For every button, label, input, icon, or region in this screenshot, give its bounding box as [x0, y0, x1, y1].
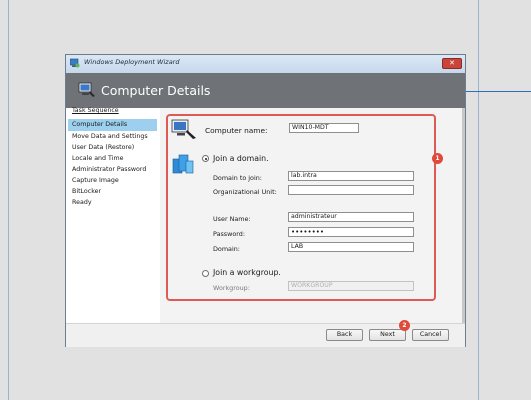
sidebar-item-move-data[interactable]: Move Data and Settings [72, 133, 148, 140]
title-bar: Windows Deployment Wizard ✕ [66, 55, 465, 73]
user-name-label: User Name: [213, 215, 251, 223]
sidebar-item-locale-time[interactable]: Locale and Time [72, 155, 123, 162]
workgroup-label: Workgroup: [213, 284, 250, 292]
computer-name-label: Computer name: [205, 126, 268, 135]
join-domain-radio[interactable] [202, 155, 209, 162]
background-frame-line-right [478, 0, 479, 400]
wizard-window: Windows Deployment Wizard ✕ Computer Det… [65, 54, 466, 347]
organizational-unit-field[interactable] [288, 185, 414, 195]
domain-to-join-label: Domain to join: [213, 174, 262, 182]
computer-name-field[interactable]: WIN10-MDT [289, 123, 359, 133]
callout-line [465, 91, 531, 92]
join-workgroup-label: Join a workgroup. [213, 268, 281, 277]
computer-name-icon [171, 119, 196, 139]
background-frame-line-left [8, 0, 9, 400]
page-title: Computer Details [101, 83, 211, 98]
annotation-badge-2: 2 [399, 320, 410, 331]
domain-server-icon [172, 154, 194, 174]
computer-icon [78, 82, 95, 97]
sidebar-item-capture-image[interactable]: Capture Image [72, 177, 119, 184]
workgroup-field[interactable]: WORKGROUP [288, 281, 414, 291]
sidebar-item-computer-details[interactable]: Computer Details [68, 119, 157, 131]
user-domain-field[interactable]: LAB [288, 242, 414, 252]
domain-to-join-field[interactable]: lab.intra [288, 171, 414, 181]
close-button[interactable]: ✕ [442, 58, 462, 69]
close-icon: ✕ [449, 59, 455, 67]
back-button[interactable]: Back [326, 329, 363, 341]
sidebar-item-user-data[interactable]: User Data (Restore) [72, 144, 134, 151]
window-title: Windows Deployment Wizard [84, 58, 180, 66]
content-scrollbar[interactable] [462, 108, 465, 323]
annotation-badge-1: 1 [432, 153, 443, 164]
join-domain-label: Join a domain. [213, 154, 269, 163]
password-field[interactable]: •••••••• [288, 227, 414, 237]
user-name-field[interactable]: administrateur [288, 212, 414, 222]
sidebar-title: Task Sequence [72, 107, 119, 114]
wizard-app-icon [70, 58, 80, 68]
cancel-button[interactable]: Cancel [412, 329, 449, 341]
organizational-unit-label: Organizational Unit: [213, 188, 277, 196]
sidebar-item-admin-password[interactable]: Administrator Password [72, 166, 146, 173]
password-label: Password: [213, 230, 246, 238]
task-sequence-sidebar [66, 108, 161, 328]
user-domain-label: Domain: [213, 245, 240, 253]
sidebar-item-bitlocker[interactable]: BitLocker [72, 188, 101, 195]
page-header: Computer Details [66, 73, 465, 108]
sidebar-item-ready[interactable]: Ready [72, 199, 92, 206]
join-workgroup-radio[interactable] [202, 270, 209, 277]
next-button[interactable]: Next [369, 329, 406, 341]
